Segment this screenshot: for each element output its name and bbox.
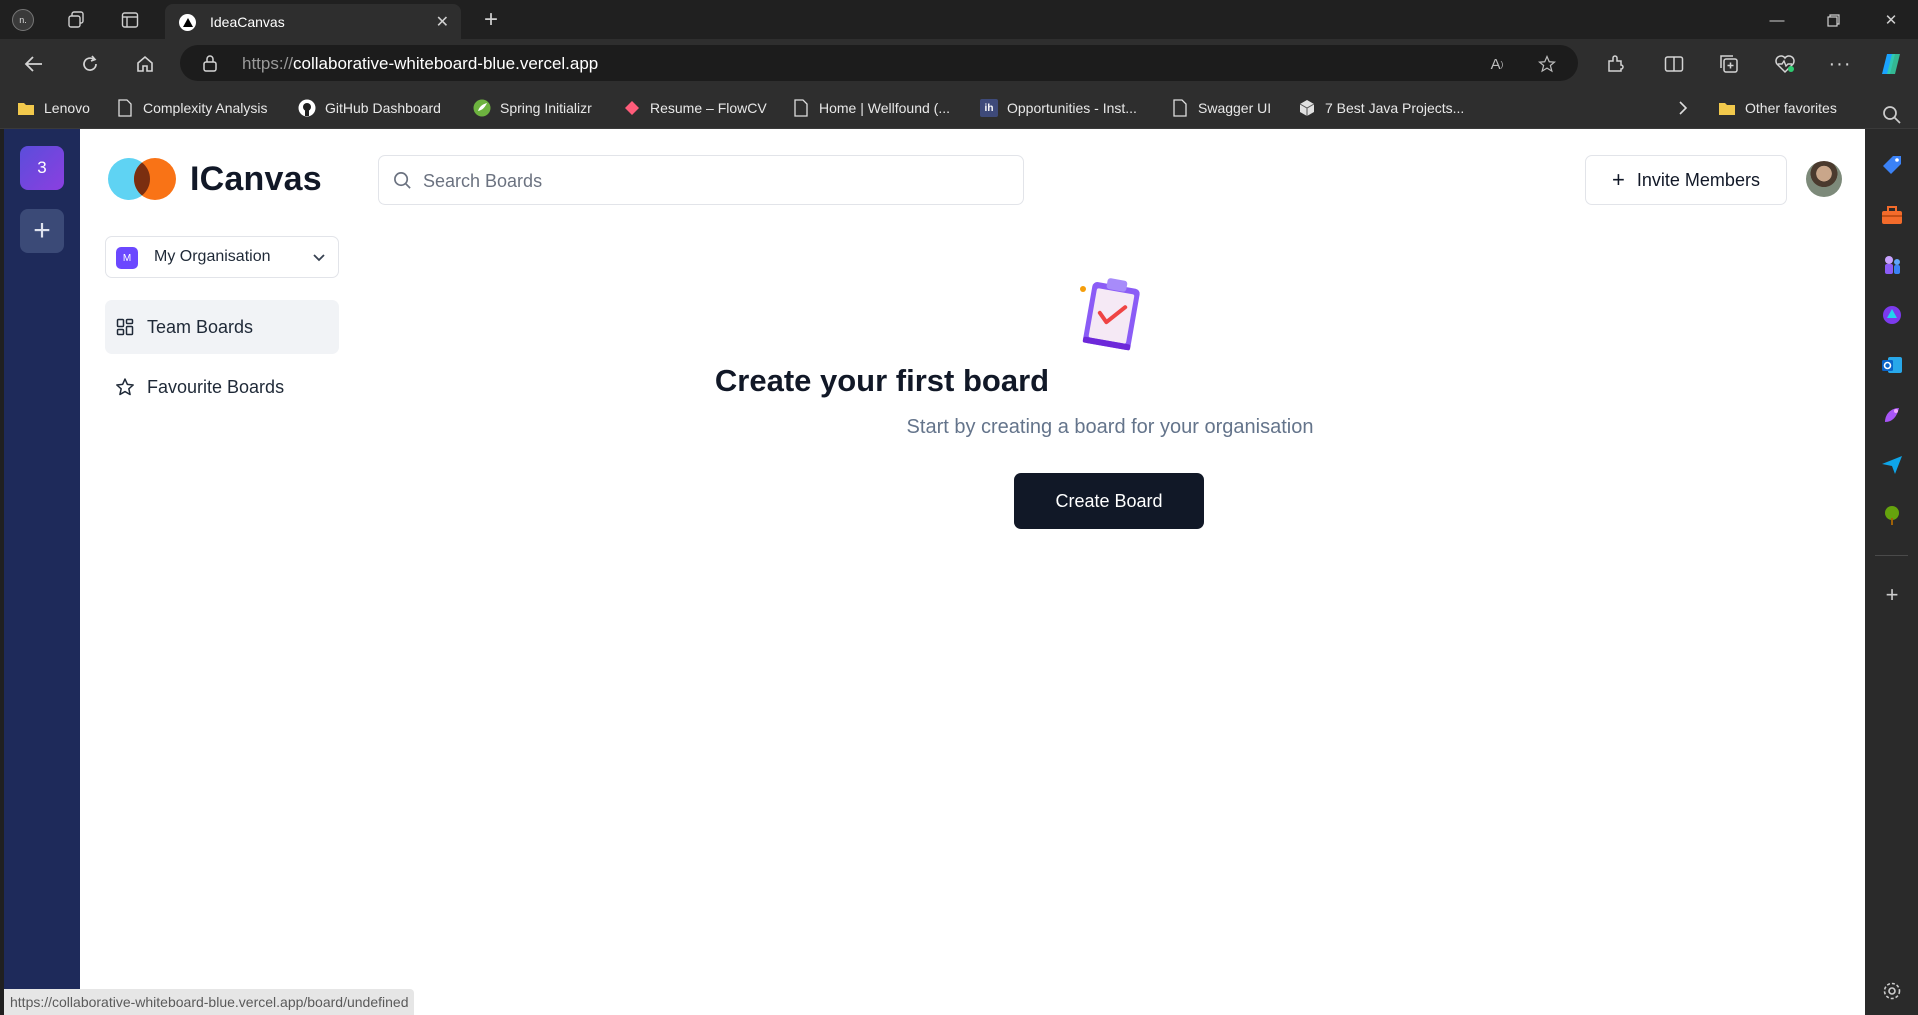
other-favorites[interactable]: Other favorites [1718, 98, 1837, 118]
favorite-lenovo[interactable]: Lenovo [17, 98, 90, 118]
lock-icon[interactable] [202, 54, 218, 77]
organisation-name: My Organisation [154, 248, 271, 265]
search-boards-box[interactable] [378, 155, 1024, 205]
window-close-icon[interactable]: ✕ [1876, 8, 1906, 32]
favorite-star-icon[interactable] [1536, 53, 1558, 75]
minimize-icon[interactable]: — [1762, 8, 1792, 32]
create-board-button[interactable]: Create Board [1014, 473, 1204, 529]
address-bar[interactable]: https://collaborative-whiteboard-blue.ve… [180, 45, 1578, 81]
extensions-icon[interactable] [1602, 51, 1628, 77]
favorite-wellfound[interactable]: Home | Wellfound (... [792, 98, 950, 118]
browser-toolbar: https://collaborative-whiteboard-blue.ve… [0, 39, 1918, 87]
folder-icon [17, 99, 35, 117]
sidebar-item-favourite-boards[interactable]: Favourite Boards [105, 360, 339, 414]
spring-icon [473, 99, 491, 117]
edge-sidebar: + [1865, 106, 1918, 1015]
favorite-swagger-ui[interactable]: Swagger UI [1171, 98, 1271, 118]
split-screen-icon[interactable] [1661, 51, 1687, 77]
edge-sidebar-divider [1875, 555, 1908, 556]
designer-icon[interactable] [1880, 403, 1904, 427]
browser-tab[interactable]: IdeaCanvas ✕ [165, 4, 461, 39]
profile-icon[interactable]: n. [11, 8, 35, 32]
favorite-opportunities[interactable]: ih Opportunities - Inst... [980, 98, 1137, 118]
vercel-favicon-icon [179, 14, 196, 31]
favorite-github-dashboard[interactable]: GitHub Dashboard [298, 98, 441, 118]
favorite-complexity-analysis[interactable]: Complexity Analysis [116, 98, 268, 118]
organisation-dropdown[interactable]: M My Organisation [105, 236, 339, 278]
favorites-bar: Lenovo Complexity Analysis GitHub Dashbo… [0, 87, 1918, 129]
organisation-rail: 3 + [4, 129, 80, 1015]
home-icon[interactable] [132, 51, 158, 77]
organisation-avatar: M [116, 247, 138, 269]
workspaces-icon[interactable] [64, 8, 88, 32]
organisation-switch-button[interactable]: 3 [20, 146, 64, 190]
send-icon[interactable] [1880, 453, 1904, 477]
sidebar-item-label: Favourite Boards [147, 376, 285, 397]
empty-state-title: Create your first board [714, 363, 1050, 398]
tab-title: IdeaCanvas [210, 14, 285, 30]
chevron-down-icon [310, 248, 328, 271]
github-icon [298, 99, 316, 117]
health-icon[interactable] [1772, 51, 1798, 77]
add-sidebar-app-icon[interactable]: + [1880, 582, 1904, 607]
new-tab-icon[interactable]: + [479, 6, 503, 33]
dashboard-icon [115, 317, 135, 337]
copilot-app-icon[interactable] [1880, 303, 1904, 327]
restore-icon[interactable] [1818, 8, 1848, 32]
user-avatar[interactable] [1806, 161, 1842, 197]
copilot-icon[interactable] [1879, 51, 1905, 77]
page-viewport: 3 + ICanvas M My Organisation Team Board… [4, 129, 1865, 1015]
sidebar-item-team-boards[interactable]: Team Boards [105, 300, 339, 354]
back-icon[interactable] [21, 51, 47, 77]
favorite-best-java-projects[interactable]: 7 Best Java Projects... [1298, 98, 1464, 118]
favorites-overflow-chevron-icon[interactable] [1678, 98, 1688, 118]
cube-icon [1298, 99, 1316, 117]
ih-icon: ih [980, 99, 998, 117]
tab-actions-icon[interactable] [118, 8, 142, 32]
star-icon [115, 377, 135, 397]
logo-mark-icon [108, 158, 176, 200]
flowcv-icon [623, 99, 641, 117]
logo-text: ICanvas [190, 159, 322, 198]
page-icon [116, 99, 134, 117]
settings-icon[interactable] [1880, 979, 1904, 1003]
sidebar-item-label: Team Boards [147, 316, 254, 337]
games-icon[interactable] [1880, 253, 1904, 277]
search-icon [393, 171, 412, 195]
tab-close-icon[interactable]: ✕ [436, 12, 449, 32]
search-input[interactable] [423, 168, 1003, 194]
add-organisation-button[interactable]: + [20, 209, 64, 253]
collections-icon[interactable] [1716, 51, 1742, 77]
search-icon[interactable] [1880, 103, 1904, 127]
empty-state-subtitle: Start by creating a board for your organ… [906, 416, 1314, 438]
refresh-icon[interactable] [77, 51, 103, 77]
favorite-resume-flowcv[interactable]: Resume – FlowCV [623, 98, 767, 118]
status-link-preview: https://collaborative-whiteboard-blue.ve… [4, 989, 415, 1015]
browser-tab-bar: n. IdeaCanvas ✕ + — ✕ [0, 0, 1918, 39]
plus-icon: + [1612, 167, 1625, 192]
page-icon [792, 99, 810, 117]
read-aloud-icon[interactable]: A) [1486, 53, 1508, 75]
outlook-icon[interactable] [1880, 353, 1904, 377]
invite-members-button[interactable]: + Invite Members [1585, 155, 1787, 205]
page-icon [1171, 99, 1189, 117]
invite-members-label: Invite Members [1636, 169, 1760, 190]
url-text[interactable]: https://collaborative-whiteboard-blue.ve… [242, 54, 598, 74]
app-logo[interactable]: ICanvas [106, 156, 322, 202]
more-menu-icon[interactable]: ··· [1827, 51, 1853, 77]
shopping-tag-icon[interactable] [1880, 153, 1904, 177]
clipboard-illustration-icon [1076, 271, 1148, 353]
folder-icon [1718, 99, 1736, 117]
tree-icon[interactable] [1880, 503, 1904, 527]
favorite-spring-initializr[interactable]: Spring Initializr [473, 98, 592, 118]
toolbox-icon[interactable] [1880, 203, 1904, 227]
